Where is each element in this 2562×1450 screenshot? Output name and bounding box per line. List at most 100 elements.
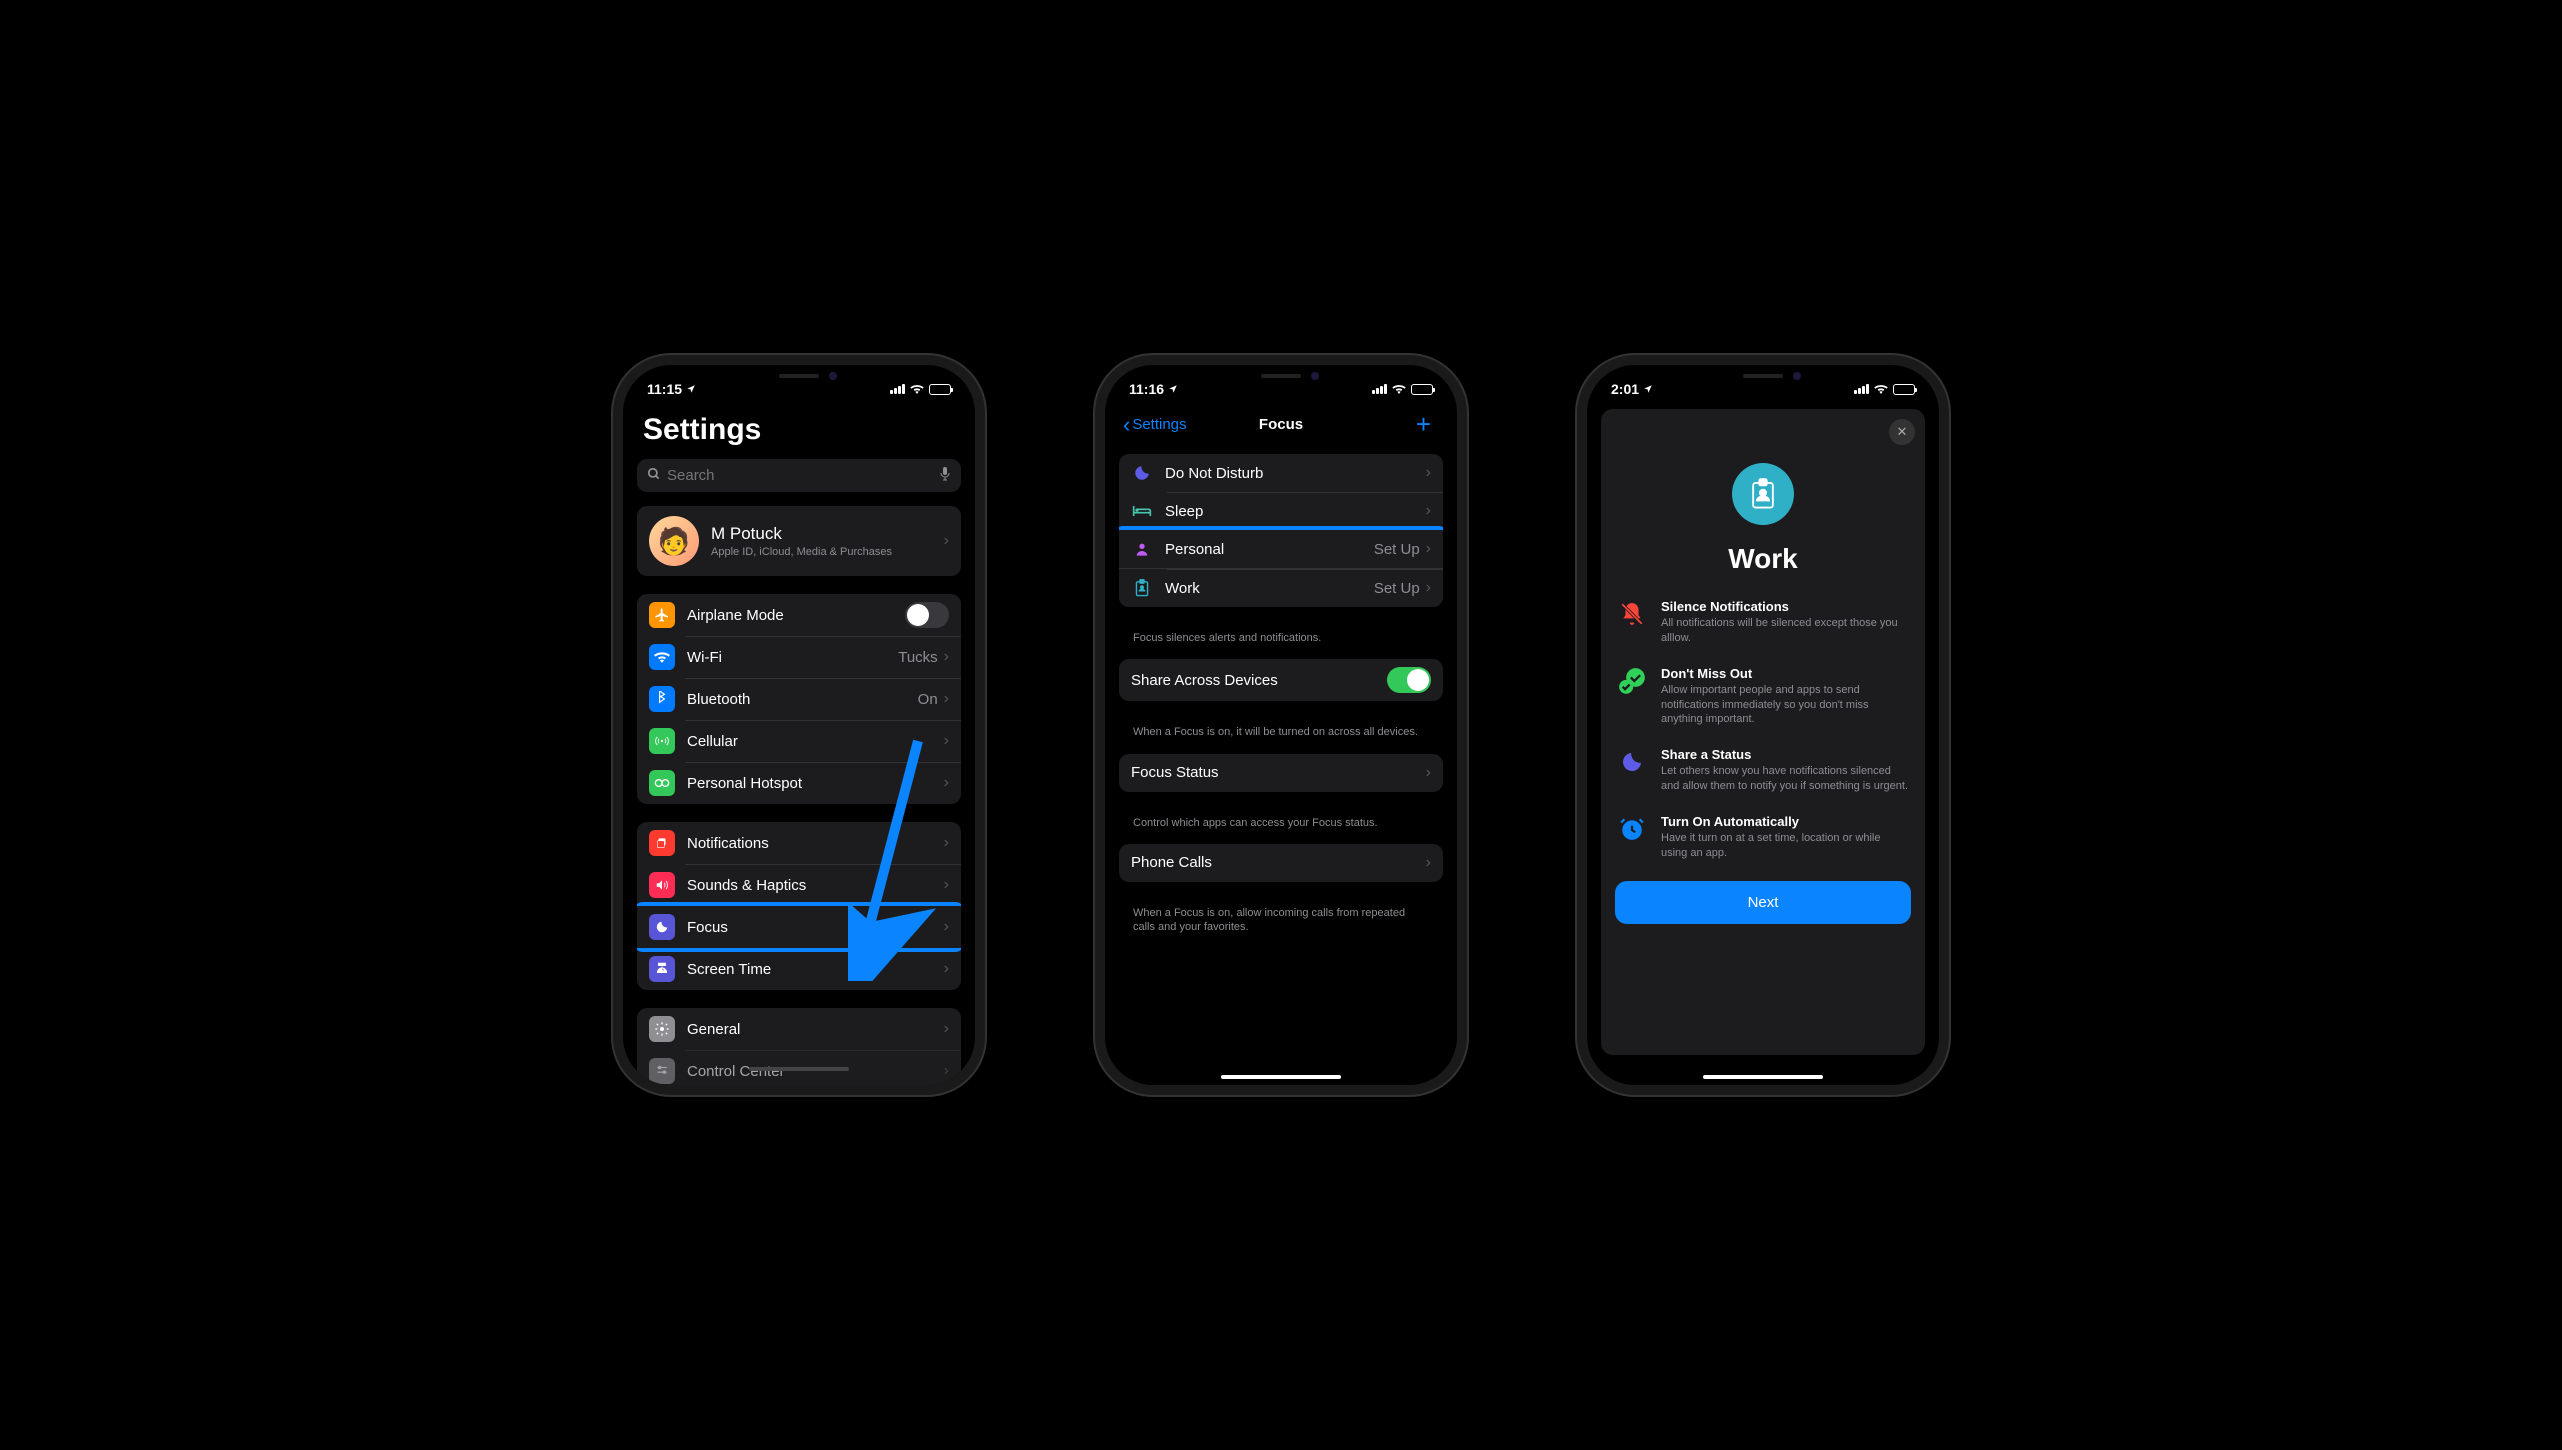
work-setup-modal: ✕ Work Silence Notifications All notific…: [1601, 409, 1925, 1055]
feature-title: Turn On Automatically: [1661, 814, 1909, 829]
search-input[interactable]: [667, 467, 939, 484]
notifications-cell[interactable]: Notifications ›: [637, 822, 961, 864]
chevron-icon: ›: [944, 690, 949, 708]
sleep-label: Sleep: [1165, 503, 1426, 520]
cellular-cell[interactable]: Cellular ›: [637, 720, 961, 762]
battery-icon: [1411, 384, 1433, 395]
share-toggle[interactable]: [1387, 667, 1431, 693]
feature-desc: Allow important people and apps to send …: [1661, 683, 1909, 728]
cellular-label: Cellular: [687, 733, 944, 750]
back-label: Settings: [1132, 416, 1186, 433]
mic-icon[interactable]: [939, 466, 951, 485]
airplane-icon: [649, 602, 675, 628]
chevron-icon: ›: [944, 918, 949, 936]
feature-silence: Silence Notifications All notifications …: [1615, 599, 1911, 646]
chevron-icon: ›: [1426, 502, 1431, 520]
share-cell[interactable]: Share Across Devices: [1119, 659, 1443, 701]
general-icon: [649, 1016, 675, 1042]
phone-focus-list: 11:16 ‹ Settings Focus + Do Not Disturb …: [1105, 365, 1457, 1085]
personal-label: Personal: [1165, 541, 1374, 558]
share-footer: When a Focus is on, it will be turned on…: [1119, 719, 1443, 753]
focus-label: Focus: [687, 919, 944, 936]
feature-title: Share a Status: [1661, 747, 1909, 762]
chevron-icon: ›: [1426, 540, 1431, 558]
back-button[interactable]: ‹ Settings: [1123, 412, 1187, 438]
status-time: 2:01: [1611, 381, 1639, 397]
personal-cell[interactable]: Personal Set Up ›: [1119, 530, 1443, 568]
add-button[interactable]: +: [1416, 409, 1439, 440]
chevron-icon: ›: [944, 834, 949, 852]
hotspot-label: Personal Hotspot: [687, 775, 944, 792]
avatar: 🧑: [649, 516, 699, 566]
bluetooth-icon: [649, 686, 675, 712]
notch: [729, 365, 869, 387]
nav-title: Focus: [1259, 416, 1303, 433]
wifi-cell[interactable]: Wi-Fi Tucks ›: [637, 636, 961, 678]
location-icon: [686, 381, 696, 397]
work-badge-icon: [1732, 463, 1794, 525]
hotspot-icon: [649, 770, 675, 796]
search-bar[interactable]: [637, 459, 961, 492]
feature-desc: Let others know you have notifications s…: [1661, 764, 1909, 794]
hotspot-cell[interactable]: Personal Hotspot ›: [637, 762, 961, 804]
page-title: Settings: [637, 403, 961, 459]
share-label: Share Across Devices: [1131, 672, 1387, 689]
home-indicator[interactable]: [1221, 1075, 1341, 1079]
bluetooth-value: On: [918, 691, 938, 708]
feature-share-status: Share a Status Let others know you have …: [1615, 747, 1911, 794]
chevron-icon: ›: [1426, 464, 1431, 482]
moon-fill-icon: [1617, 747, 1647, 777]
screentime-icon: [649, 956, 675, 982]
screentime-label: Screen Time: [687, 961, 944, 978]
work-cell[interactable]: Work Set Up ›: [1119, 568, 1443, 607]
moon-icon: [1131, 462, 1153, 484]
chevron-icon: ›: [944, 774, 949, 792]
home-indicator[interactable]: [1703, 1075, 1823, 1079]
badge-icon: [1131, 577, 1153, 599]
close-button[interactable]: ✕: [1889, 419, 1915, 445]
alarm-icon: [1617, 814, 1647, 844]
notch: [1693, 365, 1833, 387]
sleep-cell[interactable]: Sleep ›: [1119, 492, 1443, 530]
calls-cell[interactable]: Phone Calls ›: [1119, 844, 1443, 882]
screentime-cell[interactable]: Screen Time ›: [637, 948, 961, 990]
chevron-icon: ›: [944, 1062, 949, 1080]
bluetooth-cell[interactable]: Bluetooth On ›: [637, 678, 961, 720]
work-title: Work: [1728, 543, 1798, 575]
focus-cell[interactable]: Focus ›: [637, 906, 961, 948]
apple-id-cell[interactable]: 🧑 M Potuck Apple ID, iCloud, Media & Pur…: [637, 506, 961, 576]
focus-footer: Focus silences alerts and notifications.: [1119, 625, 1443, 659]
airplane-cell[interactable]: Airplane Mode: [637, 594, 961, 636]
search-icon: [647, 467, 661, 484]
work-label: Work: [1165, 580, 1374, 597]
wifi-label: Wi-Fi: [687, 649, 898, 666]
phone-settings: 11:15 Settings 🧑: [623, 365, 975, 1085]
cellular-icon: [649, 728, 675, 754]
profile-name: M Potuck: [711, 524, 944, 544]
checkmark-seal-icon: [1617, 666, 1647, 696]
feature-desc: Have it turn on at a set time, location …: [1661, 831, 1909, 861]
wifi-icon: [1874, 381, 1888, 397]
general-cell[interactable]: General ›: [637, 1008, 961, 1050]
next-button[interactable]: Next: [1615, 881, 1911, 924]
dnd-cell[interactable]: Do Not Disturb ›: [1119, 454, 1443, 492]
signal-icon: [1372, 384, 1387, 394]
focus-icon: [649, 914, 675, 940]
notifications-label: Notifications: [687, 835, 944, 852]
focus-highlight: Focus ›: [637, 902, 961, 952]
work-action: Set Up: [1374, 580, 1420, 597]
sounds-cell[interactable]: Sounds & Haptics ›: [637, 864, 961, 906]
status-cell[interactable]: Focus Status ›: [1119, 754, 1443, 792]
chevron-icon: ›: [944, 532, 949, 550]
airplane-label: Airplane Mode: [687, 607, 905, 624]
battery-icon: [929, 384, 951, 395]
signal-icon: [1854, 384, 1869, 394]
chevron-left-icon: ‹: [1123, 412, 1130, 438]
chevron-icon: ›: [944, 732, 949, 750]
battery-charging-icon: [1893, 384, 1915, 395]
airplane-toggle[interactable]: [905, 602, 949, 628]
person-icon: [1131, 538, 1153, 560]
bluetooth-label: Bluetooth: [687, 691, 918, 708]
bell-slash-icon: [1617, 599, 1647, 629]
signal-icon: [890, 384, 905, 394]
